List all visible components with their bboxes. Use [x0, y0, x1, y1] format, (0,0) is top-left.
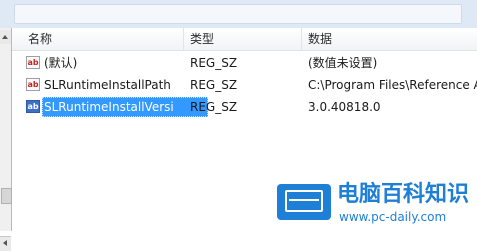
scroll-left-arrow-icon[interactable] [0, 236, 11, 251]
string-value-icon: ab [26, 100, 40, 113]
scroll-up-arrow-icon[interactable] [0, 30, 11, 44]
scroll-thumb[interactable] [1, 188, 12, 204]
string-value-icon: ab [26, 78, 40, 91]
value-data: C:\Program Files\Reference A [308, 78, 477, 92]
value-name: SLRuntimeInstallPath [44, 78, 171, 92]
registry-value-list[interactable]: 名称 类型 数据 ab (默认) REG_SZ (数值未设置) ab SLRun… [12, 28, 477, 231]
value-name: (默认) [44, 56, 78, 70]
value-type: REG_SZ [190, 78, 238, 92]
tree-pane-scrollbar [0, 28, 12, 251]
column-header-type[interactable]: 类型 [184, 28, 302, 50]
list-row-default[interactable]: ab (默认) REG_SZ (数值未设置) [12, 52, 477, 74]
value-data: 3.0.40818.0 [308, 100, 381, 114]
column-header-name[interactable]: 名称 [22, 28, 184, 50]
string-value-icon: ab [26, 56, 40, 69]
list-header: 名称 类型 数据 [12, 28, 477, 51]
list-row-install-path[interactable]: ab SLRuntimeInstallPath REG_SZ C:\Progra… [12, 74, 477, 96]
value-type: REG_SZ [190, 100, 238, 114]
list-row-install-version[interactable]: ab SLRuntimeInstallVersi REG_SZ 3.0.4081… [12, 96, 477, 118]
value-name[interactable]: SLRuntimeInstallVersi [42, 96, 182, 118]
address-bar [14, 4, 462, 24]
value-data: (数值未设置) [308, 56, 378, 70]
value-type: REG_SZ [190, 56, 238, 70]
column-header-data[interactable]: 数据 [302, 28, 477, 50]
window-frame-top [0, 0, 477, 29]
